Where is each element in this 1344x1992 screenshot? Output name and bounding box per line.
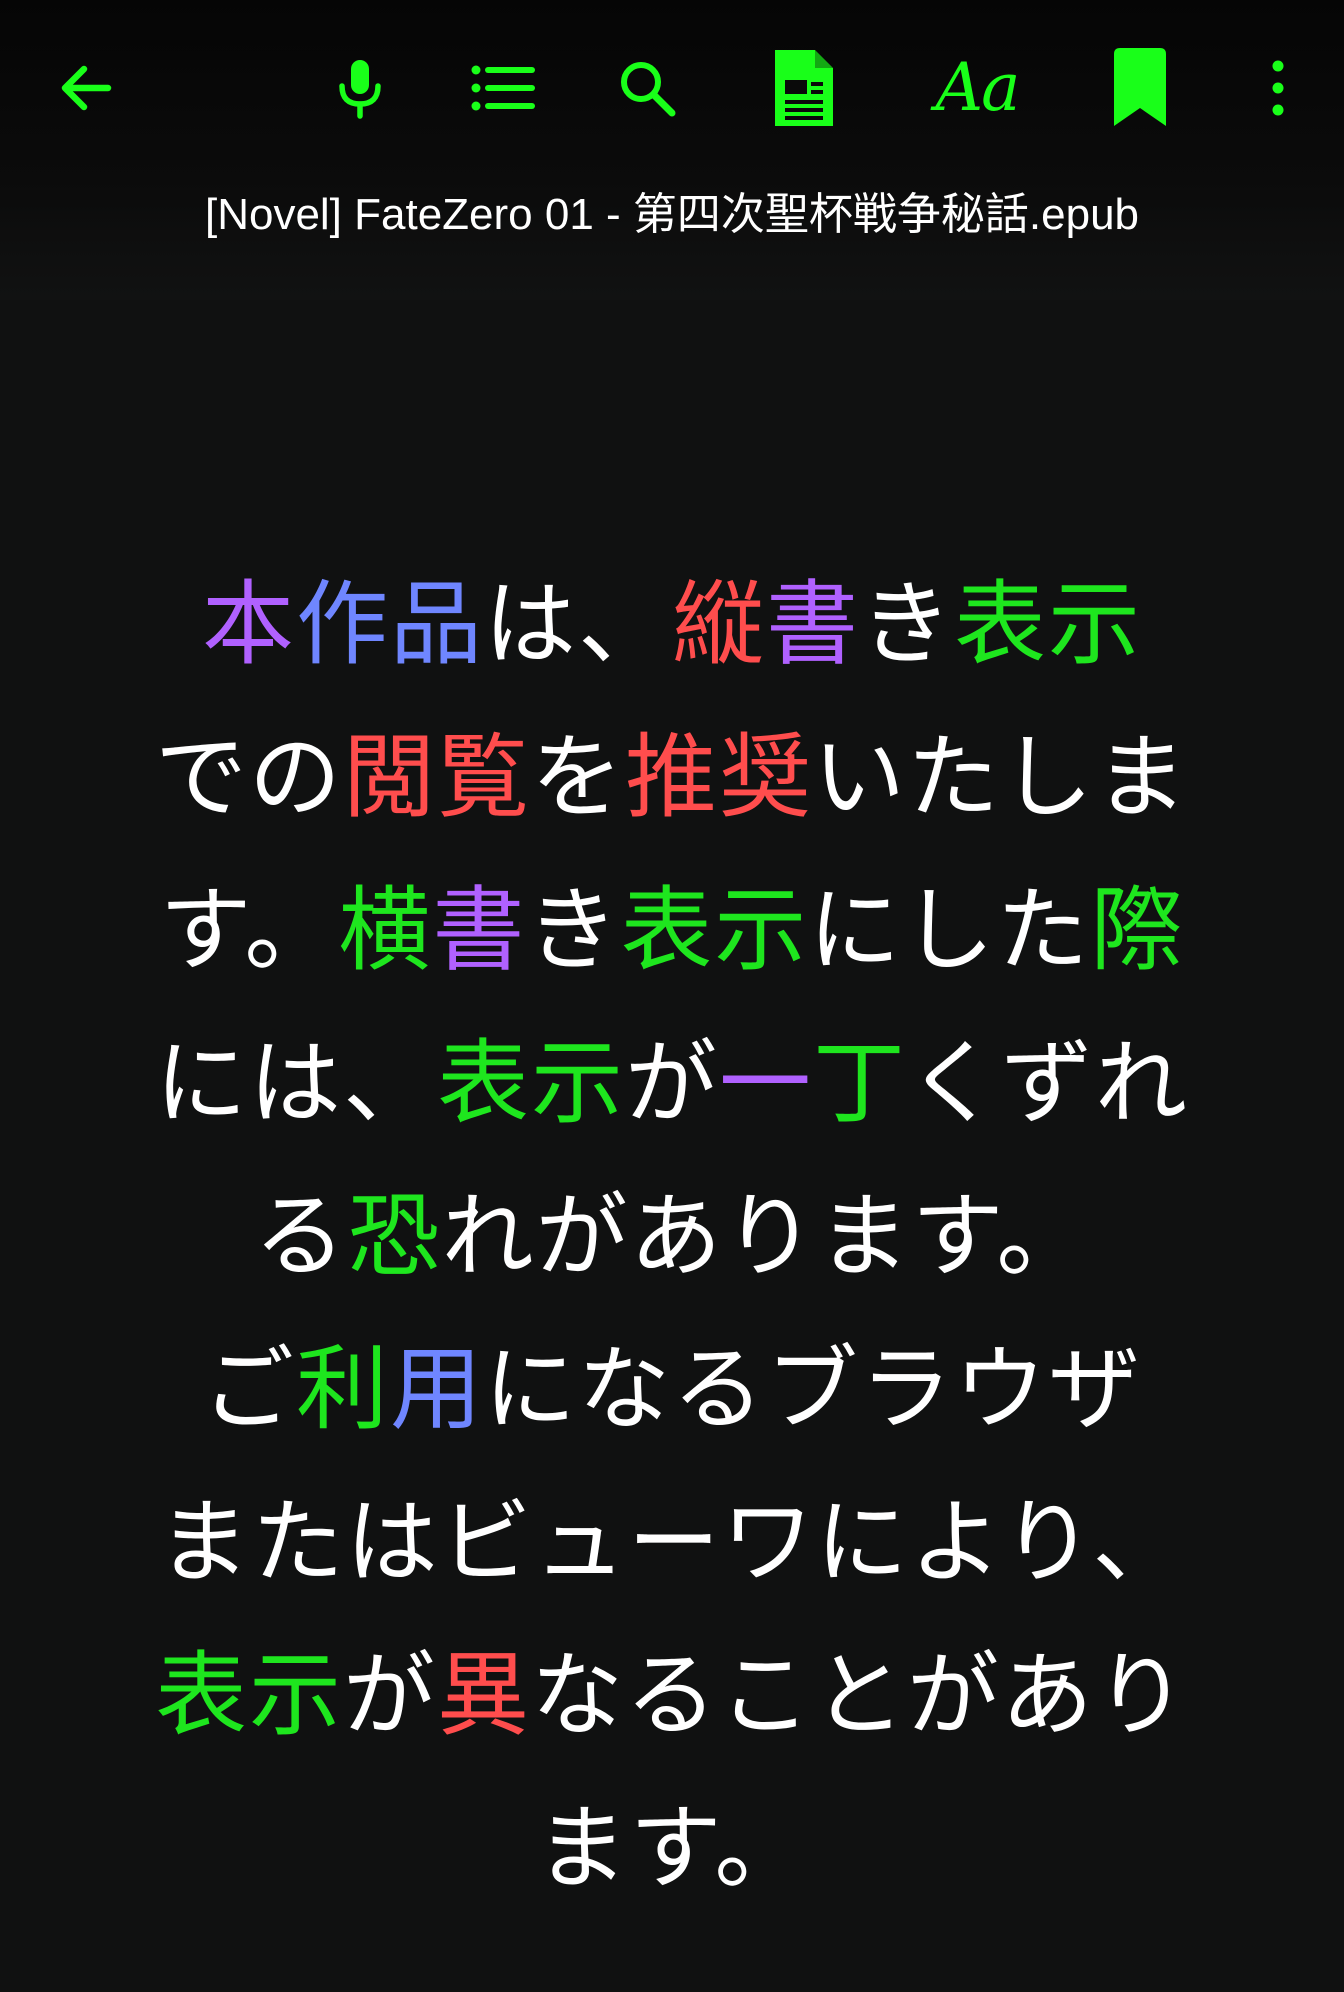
text-segment: 書 bbox=[432, 877, 527, 984]
text-segment: 表示 bbox=[954, 571, 1143, 678]
text-line: す。横書き表示にした際 bbox=[110, 854, 1234, 1007]
arrow-left-icon bbox=[61, 65, 112, 111]
text-segment: 推 bbox=[625, 724, 720, 831]
text-segment: が bbox=[342, 1642, 437, 1749]
bookmark-icon bbox=[1114, 48, 1166, 126]
more-options-button[interactable] bbox=[1228, 38, 1328, 138]
reading-content: 本作品は、縦書き表示 での閲覧を推奨いたしま す。横書き表示にした際 には、表示が一丁… bbox=[110, 548, 1234, 1925]
text-segment: す。 bbox=[159, 877, 339, 984]
page-view-button[interactable] bbox=[754, 38, 854, 138]
text-segment: は、 bbox=[483, 571, 672, 678]
text-segment: 横 bbox=[338, 877, 433, 984]
text-line: での閲覧を推奨いたしま bbox=[110, 701, 1234, 854]
text-segment: が bbox=[624, 1030, 719, 1137]
text-segment: にした bbox=[808, 877, 1091, 984]
read-aloud-button[interactable] bbox=[310, 38, 410, 138]
book-title: [Novel] FateZero 01 - 第四次聖杯戦争秘話.epub bbox=[204, 190, 1140, 239]
text-segment: になるブラウザ bbox=[484, 1336, 1143, 1443]
text-segment: 表示 bbox=[154, 1642, 343, 1749]
font-size-icon: Aa bbox=[935, 49, 1020, 126]
text-segment: なることがあり bbox=[531, 1642, 1190, 1749]
font-settings-button[interactable]: Aa bbox=[922, 38, 1032, 138]
back-button[interactable] bbox=[36, 38, 136, 138]
text-segment: での bbox=[154, 724, 343, 831]
text-line: 表示が異なることがあり bbox=[110, 1619, 1234, 1772]
text-segment: 一 bbox=[719, 1030, 814, 1137]
text-segment: 作 bbox=[295, 571, 390, 678]
search-icon bbox=[621, 62, 676, 117]
text-segment: 用 bbox=[390, 1336, 485, 1443]
text-segment: る bbox=[253, 1183, 348, 1290]
text-segment: れがあります。 bbox=[441, 1183, 1091, 1290]
text-line: る恐れがあります。 bbox=[110, 1160, 1234, 1313]
text-line: 本作品は、縦書き表示 bbox=[110, 548, 1234, 701]
text-segment: 表示 bbox=[620, 877, 809, 984]
text-segment: 際 bbox=[1090, 877, 1185, 984]
text-line: ます。 bbox=[110, 1772, 1234, 1925]
text-line: またはビューワにより、 bbox=[110, 1466, 1234, 1619]
text-segment: き bbox=[526, 877, 621, 984]
text-segment: 丁 bbox=[813, 1030, 908, 1137]
reader-toolbar: Aa [Novel] FateZero 01 - 第四次聖杯戦争秘話.epub bbox=[0, 0, 1344, 300]
text-segment: またはビューワにより、 bbox=[157, 1489, 1187, 1596]
text-segment: ます。 bbox=[535, 1795, 809, 1902]
text-segment: 本 bbox=[201, 571, 296, 678]
text-segment: 奨 bbox=[719, 724, 814, 831]
text-segment: くずれ bbox=[907, 1030, 1190, 1137]
text-segment: を bbox=[530, 724, 625, 831]
text-segment: 異 bbox=[437, 1642, 532, 1749]
microphone-icon bbox=[339, 60, 381, 119]
text-segment: 閲覧 bbox=[342, 724, 531, 831]
text-line: には、表示が一丁くずれ bbox=[110, 1007, 1234, 1160]
text-segment: き bbox=[860, 571, 955, 678]
text-segment: ご bbox=[201, 1336, 296, 1443]
text-segment: 書 bbox=[766, 571, 861, 678]
document-icon bbox=[775, 50, 833, 126]
search-button[interactable] bbox=[597, 38, 697, 138]
text-segment: 品 bbox=[389, 571, 484, 678]
list-icon bbox=[471, 65, 535, 111]
bookmark-button[interactable] bbox=[1090, 38, 1190, 138]
text-segment: 表示 bbox=[436, 1030, 625, 1137]
table-of-contents-button[interactable] bbox=[453, 38, 553, 138]
text-segment: 恐 bbox=[347, 1183, 442, 1290]
text-segment: 利 bbox=[295, 1336, 390, 1443]
more-vertical-icon bbox=[1272, 60, 1284, 116]
text-line: ご利用になるブラウザ bbox=[110, 1313, 1234, 1466]
text-segment: には、 bbox=[154, 1030, 437, 1137]
text-segment: 縦 bbox=[672, 571, 767, 678]
text-segment: いたしま bbox=[813, 724, 1190, 831]
